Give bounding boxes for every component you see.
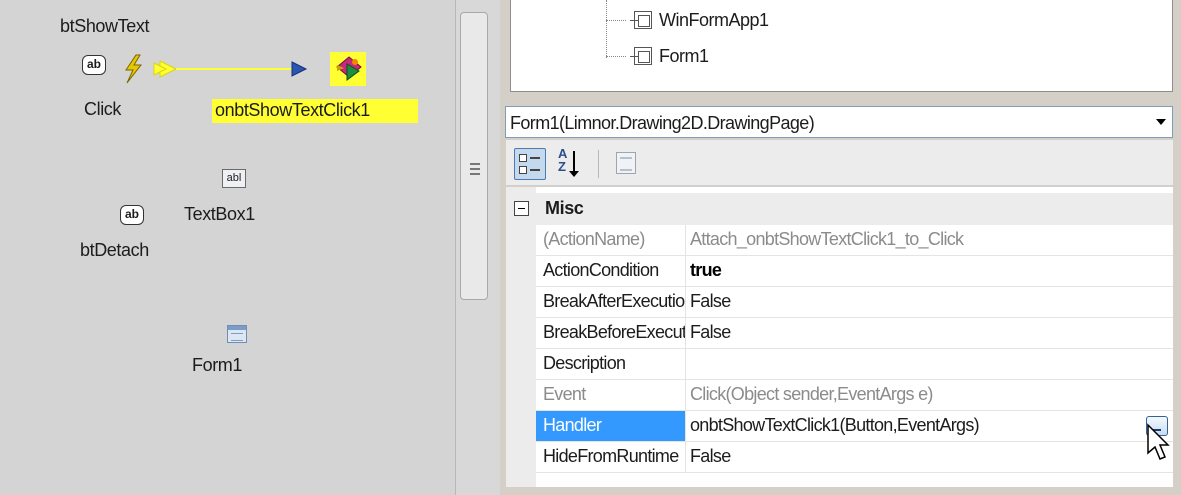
property-row-hidefromruntime[interactable]: HideFromRuntime False	[536, 442, 1173, 473]
categorized-view-button[interactable]	[514, 148, 546, 180]
collapse-icon[interactable]	[514, 201, 529, 216]
property-value[interactable]: False	[688, 318, 1173, 348]
sort-letter-z: Z	[558, 159, 566, 174]
designer-canvas[interactable]: btShowText ab Click onbtShowTextClick1 a…	[0, 0, 455, 495]
categorized-icon	[519, 154, 527, 162]
event-click-label: Click	[84, 99, 121, 119]
property-name: BreakBeforeExecution	[536, 318, 686, 348]
categorized-icon-line	[530, 169, 540, 171]
property-value[interactable]: true	[688, 256, 1173, 286]
class-node-icon	[630, 47, 652, 65]
property-row-breakbeforeexecution[interactable]: BreakBeforeExecution False	[536, 318, 1173, 349]
action-handler-icon[interactable]	[333, 54, 365, 86]
category-label: Misc	[545, 198, 584, 218]
grip-icon	[470, 163, 480, 175]
property-name: (ActionName)	[536, 225, 686, 255]
property-name: Description	[536, 349, 686, 379]
alphabetical-sort-button[interactable]: A Z	[554, 147, 586, 180]
property-name: BreakAfterExecution	[536, 287, 686, 317]
sort-down-arrow-icon	[569, 151, 579, 177]
categorized-icon-line	[530, 157, 540, 159]
property-row-actionname[interactable]: (ActionName) Attach_onbtShowTextClick1_t…	[536, 225, 1173, 256]
button-detach-icon[interactable]: ab	[120, 205, 144, 225]
property-value[interactable]: Click(Object sender,EventArgs e)	[688, 380, 1173, 410]
tree-connector	[606, 20, 626, 21]
property-name: Event	[536, 380, 686, 410]
property-value[interactable]	[688, 349, 1173, 379]
property-name: HideFromRuntime	[536, 442, 686, 472]
tree-connector	[606, 0, 607, 58]
property-name: ActionCondition	[536, 256, 686, 286]
property-value[interactable]: onbtShowTextClick1(Button,EventArgs)	[688, 411, 1173, 441]
property-row-breakafterexecution[interactable]: BreakAfterExecution False	[536, 287, 1173, 318]
form1-label: Form1	[192, 355, 243, 375]
property-row-actioncondition[interactable]: ActionCondition true	[536, 256, 1173, 287]
grid-left-margin	[506, 187, 536, 487]
bt-show-text-label: btShowText	[60, 16, 150, 36]
event-lightning-icon[interactable]	[118, 52, 148, 86]
form-component-icon[interactable]	[227, 325, 247, 343]
tree-item-winformapp1[interactable]: WinFormApp1	[659, 10, 769, 31]
sort-alphabetical-icon: A Z	[558, 147, 567, 173]
solution-tree[interactable]: WinFormApp1 Form1	[510, 0, 1173, 92]
property-pages-button[interactable]	[610, 148, 642, 180]
property-pages-icon	[616, 152, 636, 174]
scrollbar-thumb[interactable]	[460, 12, 488, 300]
textbox1-label: TextBox1	[184, 204, 255, 224]
tree-connector	[606, 56, 626, 57]
property-value[interactable]: False	[688, 442, 1173, 472]
categorized-icon	[519, 166, 527, 174]
button-component-icon[interactable]: ab	[82, 55, 106, 75]
event-link-arrow-icon	[153, 60, 308, 78]
toolbar-separator	[598, 150, 599, 178]
property-value[interactable]: False	[688, 287, 1173, 317]
property-grid-toolbar: A Z	[506, 140, 1173, 186]
panel-splitter[interactable]	[455, 0, 500, 495]
property-grid: Misc (ActionName) Attach_onbtShowTextCli…	[506, 187, 1173, 487]
tree-item-form1[interactable]: Form1	[659, 46, 709, 67]
object-selector-dropdown[interactable]: Form1(Limnor.Drawing2D.DrawingPage)	[505, 106, 1173, 138]
property-value[interactable]: Attach_onbtShowTextClick1_to_Click	[688, 225, 1173, 255]
property-row-event[interactable]: Event Click(Object sender,EventArgs e)	[536, 380, 1173, 411]
class-node-icon	[630, 11, 652, 29]
handler-label[interactable]: onbtShowTextClick1	[215, 100, 370, 121]
dropdown-arrow-icon[interactable]	[1156, 119, 1166, 125]
category-row[interactable]: Misc	[506, 193, 1173, 225]
bt-detach-label: btDetach	[80, 240, 149, 260]
textbox-component-icon[interactable]: abl	[222, 169, 246, 188]
property-name: Handler	[536, 411, 686, 441]
property-row-handler[interactable]: Handler onbtShowTextClick1(Button,EventA…	[536, 411, 1173, 442]
object-selector-value: Form1(Limnor.Drawing2D.DrawingPage)	[510, 113, 815, 133]
property-row-description[interactable]: Description	[536, 349, 1173, 380]
mouse-pointer-icon	[1147, 423, 1170, 460]
